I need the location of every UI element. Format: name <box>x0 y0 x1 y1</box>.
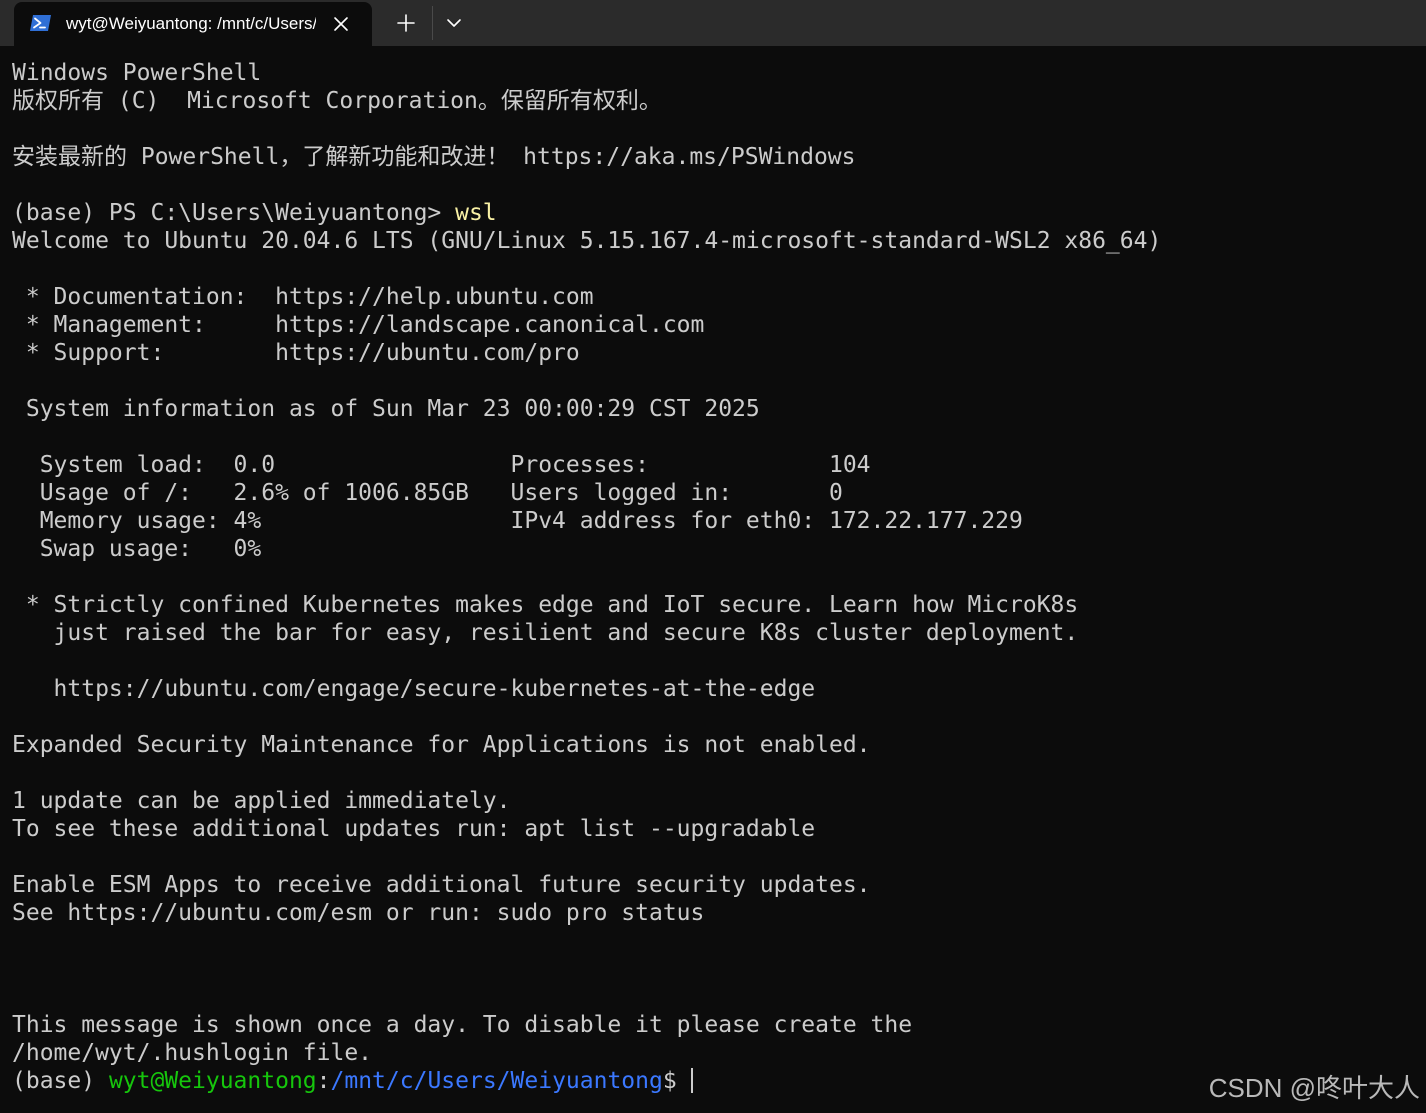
output-line: Memory usage: 4% IPv4 address for eth0: … <box>12 508 1023 534</box>
tab-divider <box>432 6 433 40</box>
output-line: Swap usage: 0% <box>12 536 262 562</box>
output-line: System load: 0.0 Processes: 104 <box>12 452 871 478</box>
powershell-prompt: (base) PS C:\Users\Weiyuantong> <box>12 200 456 226</box>
output-line: This message is shown once a day. To dis… <box>12 1012 913 1038</box>
chevron-down-icon[interactable] <box>440 10 468 36</box>
close-icon[interactable] <box>330 13 352 35</box>
output-line: * Management: https://landscape.canonica… <box>12 312 705 338</box>
tab-title: wyt@Weiyuantong: /mnt/c/Users/Weiyuanton… <box>66 14 316 33</box>
bash-prompt-line[interactable]: (base) wyt@Weiyuantong:/mnt/c/Users/Weiy… <box>12 1067 1412 1095</box>
text-cursor <box>690 1068 693 1093</box>
output-line: 安装最新的 PowerShell，了解新功能和改进！ https://aka.m… <box>12 144 856 170</box>
prompt-user-host: wyt@Weiyuantong <box>108 1068 317 1094</box>
output-line: Usage of /: 2.6% of 1006.85GB Users logg… <box>12 480 843 506</box>
powershell-prompt-line: (base) PS C:\Users\Weiyuantong> wsl <box>12 199 1412 227</box>
output-line: Expanded Security Maintenance for Applic… <box>12 732 871 758</box>
prompt-path: /mnt/c/Users/Weiyuantong <box>330 1068 663 1094</box>
powershell-icon <box>30 14 52 32</box>
output-line: System information as of Sun Mar 23 00:0… <box>12 396 760 422</box>
output-line: Windows PowerShell <box>12 60 262 86</box>
output-line: * Strictly confined Kubernetes makes edg… <box>12 592 1079 618</box>
output-line: just raised the bar for easy, resilient … <box>12 620 1079 646</box>
powershell-command: wsl <box>455 200 497 226</box>
output-line: See https://ubuntu.com/esm or run: sudo … <box>12 900 705 926</box>
output-line: 1 update can be applied immediately. <box>12 788 511 814</box>
output-line: * Documentation: https://help.ubuntu.com <box>12 284 594 310</box>
terminal-window: wyt@Weiyuantong: /mnt/c/Users/Weiyuanton… <box>0 0 1426 1113</box>
prompt-env: (base) <box>12 1068 109 1094</box>
tab-bar: wyt@Weiyuantong: /mnt/c/Users/Weiyuanton… <box>0 0 1426 46</box>
output-line: 版权所有 (C) Microsoft Corporation。保留所有权利。 <box>12 88 662 114</box>
output-line: Enable ESM Apps to receive additional fu… <box>12 872 871 898</box>
output-line: * Support: https://ubuntu.com/pro <box>12 340 580 366</box>
output-line: /home/wyt/.hushlogin file. <box>12 1040 373 1066</box>
tab-active[interactable]: wyt@Weiyuantong: /mnt/c/Users/Weiyuanton… <box>14 2 372 46</box>
prompt-symbol: $ <box>662 1068 677 1094</box>
output-line: To see these additional updates run: apt… <box>12 816 816 842</box>
terminal-output[interactable]: Windows PowerShell 版权所有 (C) Microsoft Co… <box>12 59 1412 1109</box>
output-line: https://ubuntu.com/engage/secure-kuberne… <box>12 676 816 702</box>
watermark: CSDN @咚叶大人 <box>1208 1073 1420 1103</box>
plus-icon[interactable] <box>392 10 420 36</box>
prompt-colon: : <box>316 1068 331 1094</box>
output-line: Welcome to Ubuntu 20.04.6 LTS (GNU/Linux… <box>12 228 1162 254</box>
